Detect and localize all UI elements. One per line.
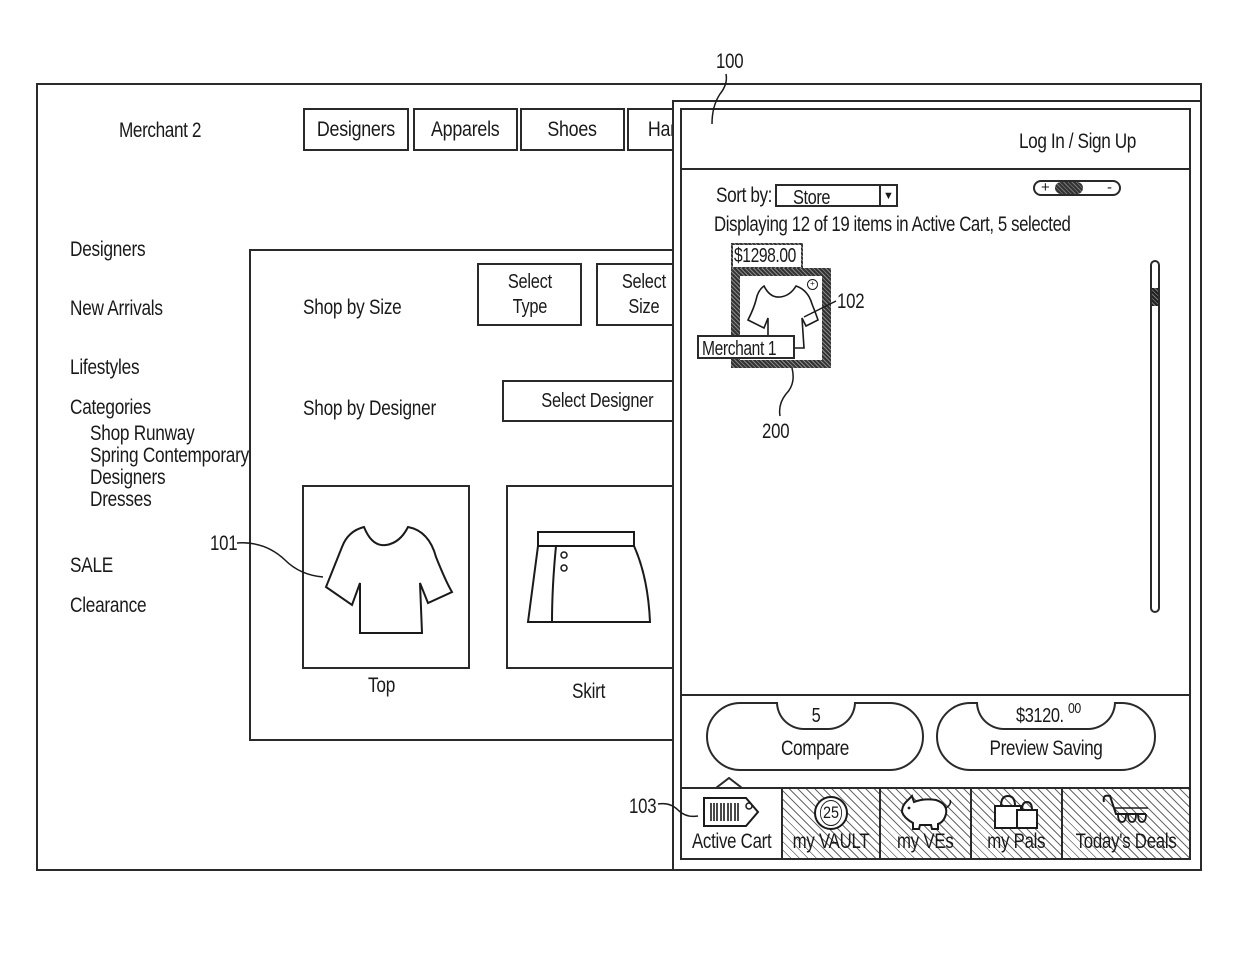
saving-amount: $3120. (1016, 705, 1064, 727)
login-signup-link[interactable]: Log In / Sign Up (1019, 131, 1136, 152)
bottom-tab-bar: Active Cart 25 my VAULT my VEs my Pals T… (682, 787, 1190, 858)
nav-tab-label: Shoes (547, 117, 598, 141)
product-label-top: Top (368, 674, 396, 697)
tab-my-pals[interactable]: my Pals (972, 789, 1063, 858)
compare-count-notch: 5 (776, 702, 856, 730)
sidebar-item-categories[interactable]: Categories (70, 396, 151, 420)
tab-label: Today's Deals (1075, 830, 1177, 853)
compare-count: 5 (811, 705, 821, 727)
select-item-icon[interactable]: + (807, 279, 818, 290)
reference-numeral-102: 102 (837, 290, 865, 313)
sidebar-item-lifestyles[interactable]: Lifestyles (70, 356, 140, 380)
zoom-toggle[interactable]: + - (1033, 179, 1121, 196)
merchant-title: Merchant 2 (119, 119, 202, 142)
shop-by-designer-label: Shop by Designer (303, 397, 436, 420)
tab-label: Active Cart (691, 830, 772, 853)
reference-numeral-200: 200 (762, 420, 790, 443)
select-type-button[interactable]: Select Type (477, 263, 582, 326)
category-spring-contemporary[interactable]: Spring Contemporary (90, 445, 249, 467)
sidebar-item-new-arrivals[interactable]: New Arrivals (70, 297, 163, 321)
reference-numeral-101: 101 (210, 532, 238, 555)
tab-label: my VEs (897, 830, 955, 853)
compare-button[interactable]: 5 Compare (706, 702, 924, 771)
cart-panel-header-divider (680, 168, 1191, 170)
shopping-bags-icon (994, 794, 1039, 829)
leader-line-200 (778, 367, 794, 417)
skirt-icon (526, 531, 652, 623)
product-card-top[interactable] (302, 485, 470, 669)
leader-line-101 (236, 542, 324, 578)
leader-line-103 (657, 802, 699, 818)
leader-line-102 (803, 300, 837, 318)
sidebar-item-sale[interactable]: SALE (70, 554, 113, 578)
nav-tab-apparels[interactable]: Apparels (413, 108, 518, 151)
sort-by-label: Sort by: (716, 184, 773, 207)
cart-status-text: Displaying 12 of 19 items in Active Cart… (714, 213, 1071, 236)
saving-amount-cents: 00 (1068, 700, 1081, 717)
piggy-bank-icon (900, 794, 952, 830)
barcode-tag-icon (702, 797, 760, 827)
sort-by-dropdown[interactable]: Store ▼ (775, 184, 898, 209)
vault-badge: 25 (820, 800, 843, 826)
select-designer-label: Select Designer (540, 389, 654, 412)
coin-icon: 25 (814, 796, 849, 830)
shopping-cart-icon (1102, 794, 1148, 823)
saving-amount-notch: $3120. 00 (976, 700, 1116, 730)
cart-item-price-tag: $1298.00 (731, 243, 803, 269)
preview-saving-button[interactable]: $3120. 00 Preview Saving (936, 700, 1156, 771)
leader-line-100 (711, 73, 728, 125)
product-label-skirt: Skirt (572, 680, 606, 703)
sidebar-item-clearance[interactable]: Clearance (70, 594, 147, 618)
tab-label: my Pals (987, 830, 1046, 853)
scrollbar[interactable] (1150, 260, 1160, 613)
reference-numeral-103: 103 (629, 795, 657, 818)
cart-item-merchant-tag: Merchant 1 (697, 335, 795, 359)
zoom-out-icon[interactable]: - (1107, 179, 1112, 196)
select-designer-button[interactable]: Select Designer (502, 380, 690, 422)
tab-label: my VAULT (793, 830, 870, 853)
preview-saving-label: Preview Saving (989, 737, 1103, 760)
sort-by-value: Store (793, 187, 831, 209)
cart-item-price: $1298.00 (734, 245, 796, 267)
product-card-skirt[interactable] (506, 485, 690, 669)
tab-todays-deals[interactable]: Today's Deals (1062, 789, 1190, 858)
tab-my-ves[interactable]: my VEs (881, 789, 973, 858)
sidebar-item-designers[interactable]: Designers (70, 238, 146, 262)
compare-label: Compare (781, 737, 849, 760)
category-designers[interactable]: Designers (90, 467, 166, 489)
tab-bar-bottom-border (682, 858, 1189, 860)
reference-numeral-100: 100 (716, 50, 744, 73)
shop-by-size-label: Shop by Size (303, 296, 402, 319)
cart-item-merchant: Merchant 1 (702, 338, 777, 360)
tab-my-vault[interactable]: 25 my VAULT (783, 789, 882, 858)
chevron-down-icon[interactable]: ▼ (879, 186, 896, 205)
select-type-label: Select Type (507, 270, 552, 318)
zoom-slider-thumb[interactable] (1055, 182, 1083, 194)
cart-panel-footer-divider (680, 694, 1191, 696)
nav-tab-label: Designers (316, 117, 396, 141)
zoom-in-icon[interactable]: + (1041, 179, 1050, 196)
select-size-label: Select Size (621, 270, 667, 318)
category-shop-runway[interactable]: Shop Runway (90, 423, 195, 445)
nav-tab-shoes[interactable]: Shoes (520, 108, 625, 151)
scrollbar-thumb[interactable] (1152, 288, 1158, 306)
nav-tab-label: Apparels (431, 117, 500, 141)
category-dresses[interactable]: Dresses (90, 489, 152, 511)
shirt-icon (324, 525, 454, 634)
nav-tab-designers[interactable]: Designers (303, 108, 409, 151)
